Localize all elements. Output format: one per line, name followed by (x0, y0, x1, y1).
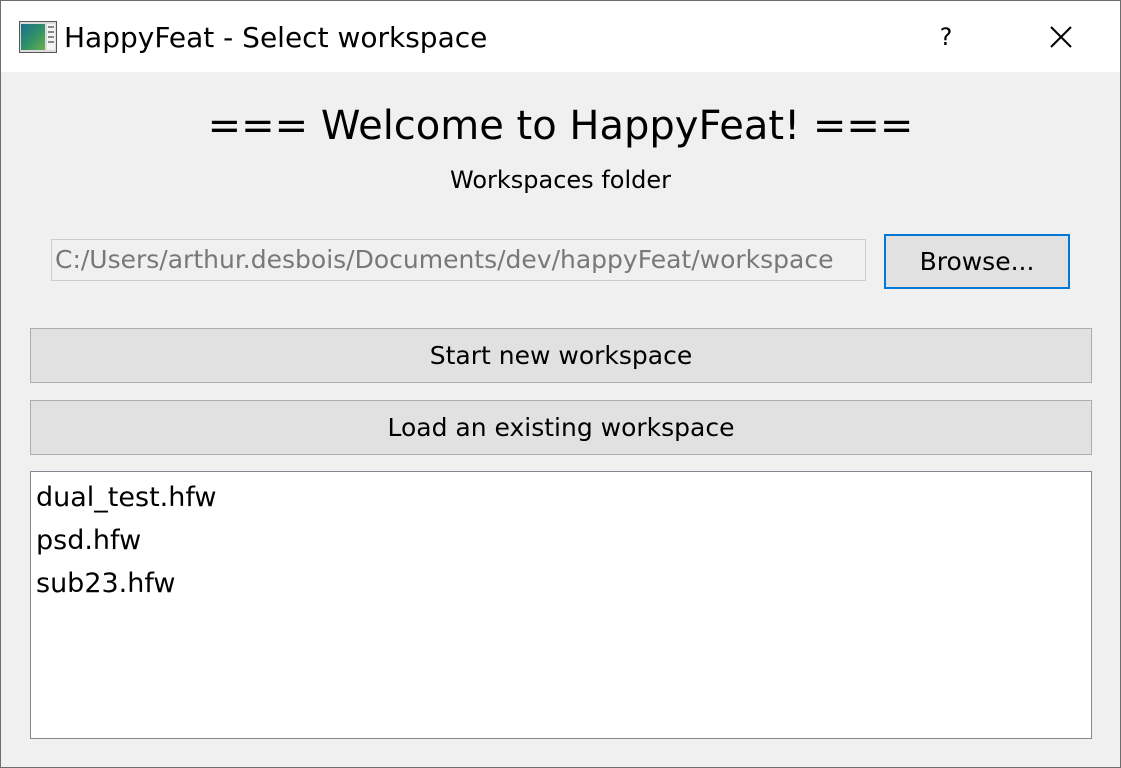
list-item[interactable]: sub23.hfw (31, 562, 1091, 605)
load-existing-workspace-label: Load an existing workspace (387, 413, 735, 442)
window-title: HappyFeat - Select workspace (64, 21, 488, 54)
close-icon (1050, 26, 1072, 48)
start-new-workspace-label: Start new workspace (429, 341, 693, 370)
list-item[interactable]: psd.hfw (31, 519, 1091, 562)
browse-button[interactable]: Browse... (884, 234, 1070, 289)
browse-button-label: Browse... (919, 247, 1035, 276)
list-item[interactable]: dual_test.hfw (31, 476, 1091, 519)
welcome-heading: === Welcome to HappyFeat! === (207, 103, 914, 149)
app-icon (19, 21, 57, 53)
load-existing-workspace-button[interactable]: Load an existing workspace (30, 400, 1092, 455)
workspaces-folder-label: Workspaces folder (450, 166, 671, 194)
select-workspace-dialog: HappyFeat - Select workspace ? === Welco… (0, 0, 1121, 768)
start-new-workspace-button[interactable]: Start new workspace (30, 328, 1092, 383)
help-button[interactable]: ? (921, 15, 971, 59)
close-button[interactable] (1036, 15, 1086, 59)
workspace-list[interactable]: dual_test.hfw psd.hfw sub23.hfw (30, 471, 1092, 739)
title-bar: HappyFeat - Select workspace ? (1, 1, 1120, 72)
workspace-folder-path-field: C:/Users/arthur.desbois/Documents/dev/ha… (51, 239, 866, 281)
